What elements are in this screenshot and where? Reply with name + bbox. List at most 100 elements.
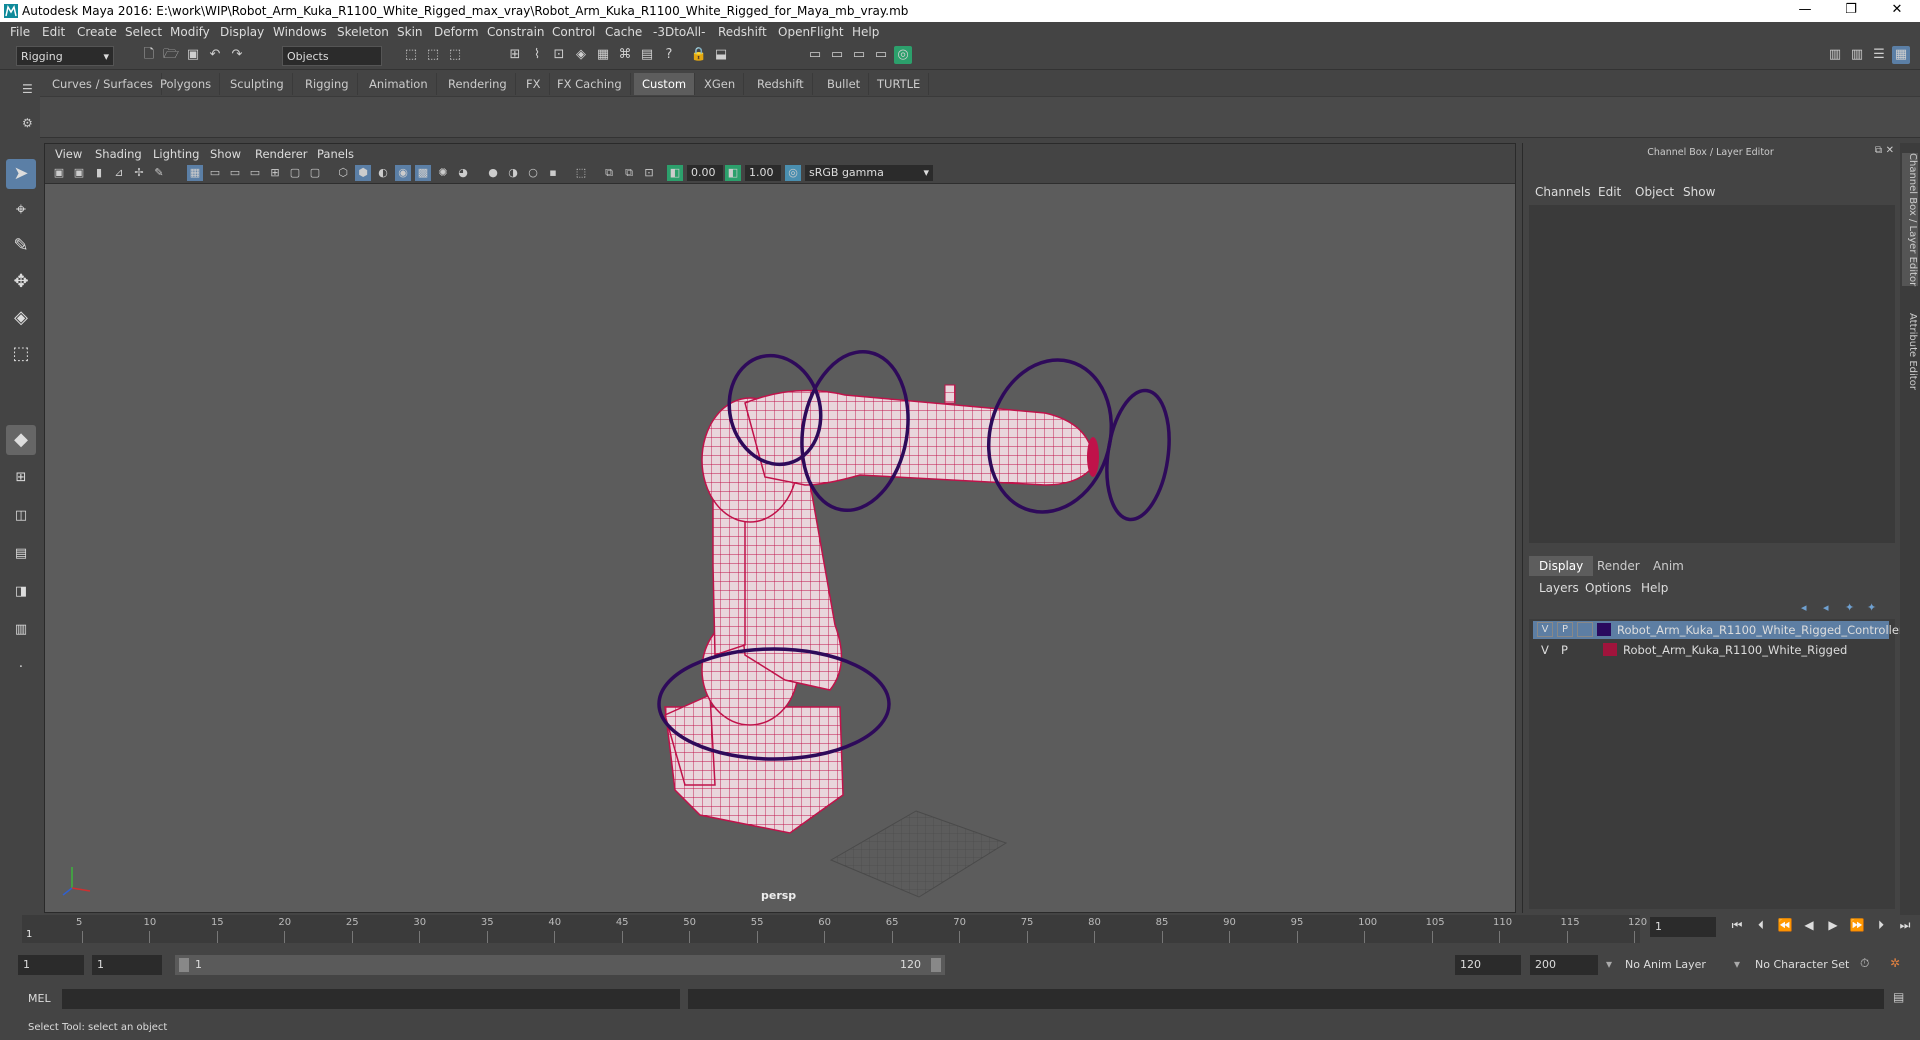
exposure-icon[interactable]: ◧ — [667, 165, 683, 181]
four-view-icon[interactable]: ⊞ — [6, 463, 36, 493]
scene-end-field[interactable]: 200 — [1530, 955, 1598, 975]
selection-mode-dropdown[interactable]: Objects — [282, 46, 382, 66]
menu-skin[interactable]: Skin — [397, 25, 423, 39]
anim-layer-dropdown[interactable]: No Anim Layer — [1625, 958, 1706, 971]
camera-attr-icon[interactable]: ▣ — [71, 165, 87, 181]
auto-key-icon[interactable]: ⏱ — [1860, 956, 1869, 971]
menu-redshift[interactable]: Redshift — [718, 25, 767, 39]
3d-viewport[interactable]: persp — [45, 185, 1515, 912]
command-input[interactable] — [62, 989, 680, 1009]
move-layer-down-icon[interactable]: ◂ — [1823, 601, 1829, 614]
render-settings-icon[interactable]: ▭ — [850, 46, 868, 64]
menu-openflight[interactable]: OpenFlight — [778, 25, 844, 39]
layer-row[interactable]: V P Robot_Arm_Kuka_R1100_White_Rigged — [1533, 641, 1889, 659]
time-slider-bar[interactable]: 1 5 10 15 20 25 30 35 40 45 50 55 60 65 70 75 80 85 90 95 1… — [22, 915, 1647, 943]
layout-icon[interactable]: ▥ — [1848, 46, 1866, 64]
menu-edit[interactable]: Edit — [42, 25, 65, 39]
exposure-field[interactable]: 0.00 — [687, 165, 723, 181]
lights-icon[interactable]: ✺ — [435, 165, 451, 181]
motion-blur-icon[interactable]: ◑ — [505, 165, 521, 181]
xray-icon[interactable]: ⧉ — [601, 165, 617, 181]
snap-point-icon[interactable]: ⊡ — [550, 46, 568, 64]
ambient-occlusion-icon[interactable]: ● — [485, 165, 501, 181]
vp-menu-shading[interactable]: Shading — [95, 147, 142, 161]
scene-start-field[interactable]: 1 — [18, 955, 84, 975]
input-icon[interactable]: ⬓ — [712, 46, 730, 64]
menu-cache[interactable]: Cache — [605, 25, 642, 39]
2d-pan-icon[interactable]: ✢ — [131, 165, 147, 181]
gamma-field[interactable]: 1.00 — [745, 165, 781, 181]
select-hierarchy-icon[interactable]: ⬚ — [402, 46, 420, 64]
menu-file[interactable]: File — [10, 25, 30, 39]
film-gate-icon[interactable]: ▭ — [207, 165, 223, 181]
tab-render[interactable]: Render — [1587, 556, 1650, 576]
step-forward-key-icon[interactable]: ⏩ — [1848, 915, 1866, 935]
snap-live-icon[interactable]: ⌘ — [616, 46, 634, 64]
tab-anim[interactable]: Anim — [1643, 556, 1694, 576]
go-to-end-icon[interactable]: ⏭ — [1896, 915, 1914, 935]
custom-layout-icon[interactable]: · — [6, 653, 36, 683]
layer-visibility-toggle[interactable]: V — [1537, 622, 1553, 637]
shelf-tab-xgen[interactable]: XGen — [696, 73, 745, 95]
vp-menu-show[interactable]: Show — [210, 147, 241, 161]
cb-menu-object[interactable]: Object — [1635, 185, 1674, 199]
bookmark-icon[interactable]: ▮ — [91, 165, 107, 181]
save-scene-icon[interactable]: ▣ — [184, 46, 202, 64]
layer-menu-layers[interactable]: Layers — [1539, 581, 1579, 595]
rotate-tool-icon[interactable]: ◈ — [6, 303, 36, 333]
menu-deform[interactable]: Deform — [434, 25, 479, 39]
shelf-tab-rendering[interactable]: Rendering — [440, 73, 516, 95]
menu-select[interactable]: Select — [125, 25, 162, 39]
xray-joints-icon[interactable]: ⧉ — [621, 165, 637, 181]
paint-select-tool-icon[interactable]: ✎ — [6, 231, 36, 261]
select-object-icon[interactable]: ⬚ — [424, 46, 442, 64]
textured-icon[interactable]: ▩ — [415, 165, 431, 181]
shelf-tab-redshift[interactable]: Redshift — [749, 73, 813, 95]
range-end-handle[interactable] — [931, 958, 941, 972]
shelf-tab-turtle[interactable]: TURTLE — [869, 73, 930, 95]
cb-menu-channels[interactable]: Channels — [1535, 185, 1591, 199]
menu-create[interactable]: Create — [77, 25, 117, 39]
current-frame-field[interactable]: 1 — [1650, 917, 1716, 937]
help-icon[interactable]: ? — [660, 46, 678, 64]
grid-icon[interactable]: ▦ — [187, 165, 203, 181]
layer-playback-toggle[interactable]: P — [1561, 643, 1568, 657]
field-chart-icon[interactable]: ⊞ — [267, 165, 283, 181]
shelf-tab-animation[interactable]: Animation — [361, 73, 437, 95]
step-back-icon[interactable]: ⏴ — [1752, 915, 1770, 935]
channel-box-toggle-icon[interactable]: ▦ — [1892, 46, 1910, 64]
menu-skeleton[interactable]: Skeleton — [337, 25, 389, 39]
vp-menu-renderer[interactable]: Renderer — [255, 147, 308, 161]
anim-prefs-icon[interactable]: ✲ — [1890, 956, 1900, 970]
grease-pencil-icon[interactable]: ✎ — [151, 165, 167, 181]
tab-display[interactable]: Display — [1529, 556, 1594, 576]
wireframe-on-shaded-icon[interactable]: ◉ — [395, 165, 411, 181]
menu-modify[interactable]: Modify — [170, 25, 210, 39]
shadows-icon[interactable]: ◕ — [455, 165, 471, 181]
anim-start-field[interactable]: 1 — [92, 955, 162, 975]
layer-visibility-toggle[interactable]: V — [1541, 643, 1549, 657]
close-button[interactable]: ✕ — [1874, 0, 1920, 22]
move-layer-up-icon[interactable]: ◂ — [1801, 601, 1807, 614]
script-editor-icon[interactable]: ▤ — [1893, 990, 1904, 1004]
range-start-handle[interactable] — [179, 958, 189, 972]
shelf-tab-rigging[interactable]: Rigging — [297, 73, 358, 95]
layer-type-toggle[interactable] — [1577, 622, 1593, 637]
layer-color-swatch[interactable] — [1597, 623, 1611, 636]
layer-playback-toggle[interactable]: P — [1557, 622, 1573, 637]
select-tool-icon[interactable]: ➤ — [6, 159, 36, 189]
close-panel-icon[interactable]: ✕ — [1886, 145, 1894, 156]
gate-mask-icon[interactable]: ▭ — [247, 165, 263, 181]
shelf-menu-icon[interactable]: ☰ — [22, 82, 33, 96]
snap-view-icon[interactable]: ◈ — [572, 46, 590, 64]
character-set-dropdown[interactable]: No Character Set — [1755, 958, 1849, 971]
wireframe-icon[interactable]: ⬡ — [335, 165, 351, 181]
snap-grid-icon[interactable]: ⊞ — [506, 46, 524, 64]
ipr-render-icon[interactable]: ▭ — [828, 46, 846, 64]
layer-row[interactable]: V P Robot_Arm_Kuka_R1100_White_Rigged_Co… — [1533, 621, 1910, 639]
go-to-start-icon[interactable]: ⏮ — [1728, 915, 1746, 935]
layer-name[interactable]: Robot_Arm_Kuka_R1100_White_Rigged — [1623, 643, 1847, 657]
minimize-button[interactable]: — — [1782, 0, 1828, 22]
history-icon[interactable]: ▤ — [638, 46, 656, 64]
shelf-tab-sculpting[interactable]: Sculpting — [222, 73, 293, 95]
